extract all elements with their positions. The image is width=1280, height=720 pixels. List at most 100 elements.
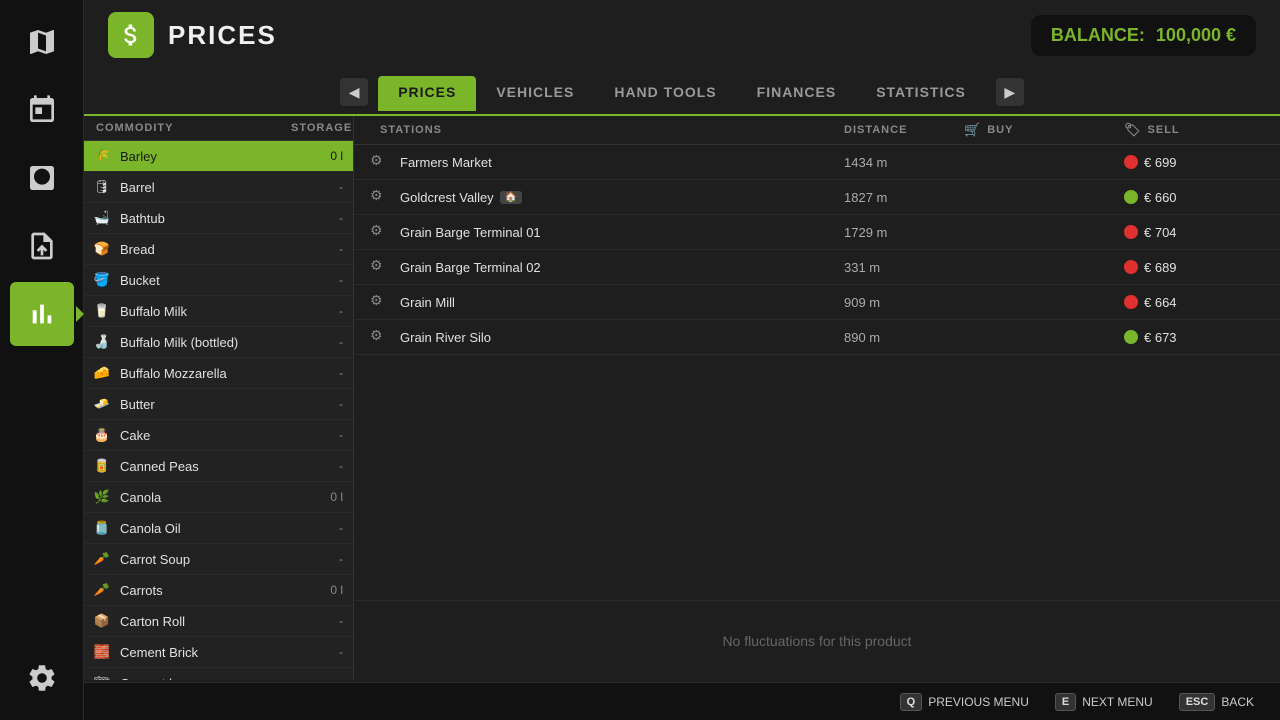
commodity-storage: - <box>313 552 343 566</box>
sidebar-item-prices[interactable] <box>10 282 74 346</box>
commodity-icon: 🥕 <box>92 549 112 569</box>
sidebar-item-map[interactable] <box>10 10 74 74</box>
back-btn[interactable]: ESC BACK <box>1169 689 1264 715</box>
commodity-icon: 🍞 <box>92 239 112 259</box>
commodity-icon: 🛁 <box>92 208 112 228</box>
commodity-name: Carrot Soup <box>120 552 313 567</box>
commodity-name: Barley <box>120 149 313 164</box>
commodity-row[interactable]: 🫙 Canola Oil - <box>84 513 353 544</box>
commodity-row[interactable]: 🧱 Cement Brick - <box>84 637 353 668</box>
commodity-storage: 0 l <box>313 490 343 504</box>
tab-next-arrow[interactable]: ▶ <box>996 78 1024 106</box>
station-type-icon: ⚙ <box>370 257 390 277</box>
next-menu-btn[interactable]: E NEXT MENU <box>1045 689 1163 715</box>
commodity-row[interactable]: 🏗 Cement bags - <box>84 668 353 680</box>
station-row[interactable]: ⚙ Goldcrest Valley 🏠 1827 m € 660 <box>354 180 1280 215</box>
commodity-row[interactable]: 🛢 Barrel - <box>84 172 353 203</box>
commodity-row[interactable]: 🪣 Bucket - <box>84 265 353 296</box>
back-label: BACK <box>1221 695 1254 709</box>
sidebar-item-settings[interactable] <box>10 646 74 710</box>
commodity-storage: - <box>313 397 343 411</box>
sell-price: € 689 <box>1144 260 1177 275</box>
commodity-row[interactable]: 🛁 Bathtub - <box>84 203 353 234</box>
station-row[interactable]: ⚙ Farmers Market 1434 m € 699 <box>354 145 1280 180</box>
station-distance: 1729 m <box>844 225 964 240</box>
next-key-badge: E <box>1055 693 1076 711</box>
sidebar-item-animals[interactable] <box>10 146 74 210</box>
commodity-row[interactable]: 🥕 Carrots 0 l <box>84 575 353 606</box>
tab-statistics[interactable]: STATISTICS <box>856 76 986 111</box>
sidebar-item-contracts[interactable] <box>10 214 74 278</box>
station-name-area: Farmers Market <box>400 155 844 170</box>
sell-price: € 704 <box>1144 225 1177 240</box>
station-name-area: Goldcrest Valley 🏠 <box>400 190 844 205</box>
station-name: Grain Barge Terminal 01 <box>400 225 541 240</box>
commodity-row[interactable]: 🧀 Buffalo Mozzarella - <box>84 358 353 389</box>
prev-key-badge: Q <box>900 693 923 711</box>
no-fluctuations: No fluctuations for this product <box>354 600 1280 680</box>
commodity-storage: - <box>313 273 343 287</box>
commodity-row[interactable]: 🍞 Bread - <box>84 234 353 265</box>
tab-prices[interactable]: PRICES <box>378 76 476 111</box>
station-sell: € 689 <box>1124 260 1264 275</box>
right-panel: STATIONS DISTANCE 🛒 BUY 🏷 SELL ⚙ Farmers… <box>354 116 1280 680</box>
sidebar-item-calendar[interactable] <box>10 78 74 142</box>
commodity-row[interactable]: 🌾 Barley 0 l <box>84 141 353 172</box>
sidebar <box>0 0 84 720</box>
tab-vehicles[interactable]: VEHICLES <box>476 76 594 111</box>
next-menu-label: NEXT MENU <box>1082 695 1152 709</box>
sell-indicator <box>1124 225 1138 239</box>
station-type-icon: ⚙ <box>370 292 390 312</box>
station-name: Grain River Silo <box>400 330 491 345</box>
station-row[interactable]: ⚙ Grain Barge Terminal 01 1729 m € 704 <box>354 215 1280 250</box>
prev-menu-label: PREVIOUS MENU <box>928 695 1029 709</box>
commodity-name: Butter <box>120 397 313 412</box>
station-name: Grain Mill <box>400 295 455 310</box>
commodity-storage: - <box>313 366 343 380</box>
station-name: Farmers Market <box>400 155 492 170</box>
station-type-icon: ⚙ <box>370 222 390 242</box>
station-row[interactable]: ⚙ Grain Barge Terminal 02 331 m € 689 <box>354 250 1280 285</box>
sell-indicator <box>1124 190 1138 204</box>
commodity-row[interactable]: 🥕 Carrot Soup - <box>84 544 353 575</box>
prev-menu-btn[interactable]: Q PREVIOUS MENU <box>890 689 1039 715</box>
sell-price: € 673 <box>1144 330 1177 345</box>
col-sell-label: 🏷 SELL <box>1124 122 1264 138</box>
station-row[interactable]: ⚙ Grain River Silo 890 m € 673 <box>354 320 1280 355</box>
station-name-area: Grain Barge Terminal 02 <box>400 260 844 275</box>
commodity-panel: COMMODITY STORAGE 🌾 Barley 0 l 🛢 Barrel … <box>84 116 354 680</box>
commodity-name: Canned Peas <box>120 459 313 474</box>
page-title: PRICES <box>168 20 277 51</box>
stations-list: ⚙ Farmers Market 1434 m € 699 ⚙ Goldcres… <box>354 145 1280 355</box>
tab-finances[interactable]: FINANCES <box>737 76 857 111</box>
commodity-row[interactable]: 🥛 Buffalo Milk - <box>84 296 353 327</box>
commodity-storage: - <box>313 521 343 535</box>
commodity-row[interactable]: 🎂 Cake - <box>84 420 353 451</box>
commodity-icon: 🥫 <box>92 456 112 476</box>
station-distance: 909 m <box>844 295 964 310</box>
tab-hand-tools[interactable]: HAND TOOLS <box>594 76 736 111</box>
col-distance-label: DISTANCE <box>844 124 964 136</box>
commodity-storage: - <box>313 676 343 680</box>
commodity-row[interactable]: 🧈 Butter - <box>84 389 353 420</box>
tab-prev-arrow[interactable]: ◀ <box>340 78 368 106</box>
commodity-icon: 🧈 <box>92 394 112 414</box>
commodity-name: Barrel <box>120 180 313 195</box>
commodity-row[interactable]: 🌿 Canola 0 l <box>84 482 353 513</box>
sell-price: € 660 <box>1144 190 1177 205</box>
commodity-row[interactable]: 🥫 Canned Peas - <box>84 451 353 482</box>
commodity-icon: 🥕 <box>92 580 112 600</box>
commodity-row[interactable]: 🍶 Buffalo Milk (bottled) - <box>84 327 353 358</box>
commodity-name: Buffalo Milk <box>120 304 313 319</box>
station-sell: € 699 <box>1124 155 1264 170</box>
commodity-icon: 🧀 <box>92 363 112 383</box>
station-row[interactable]: ⚙ Grain Mill 909 m € 664 <box>354 285 1280 320</box>
commodity-row[interactable]: 📦 Carton Roll - <box>84 606 353 637</box>
sell-indicator <box>1124 330 1138 344</box>
commodity-storage: - <box>313 304 343 318</box>
commodity-name: Bread <box>120 242 313 257</box>
page-icon-title: PRICES <box>108 12 277 58</box>
station-distance: 1434 m <box>844 155 964 170</box>
commodity-icon: 🥛 <box>92 301 112 321</box>
stations-table: STATIONS DISTANCE 🛒 BUY 🏷 SELL ⚙ Farmers… <box>354 116 1280 600</box>
